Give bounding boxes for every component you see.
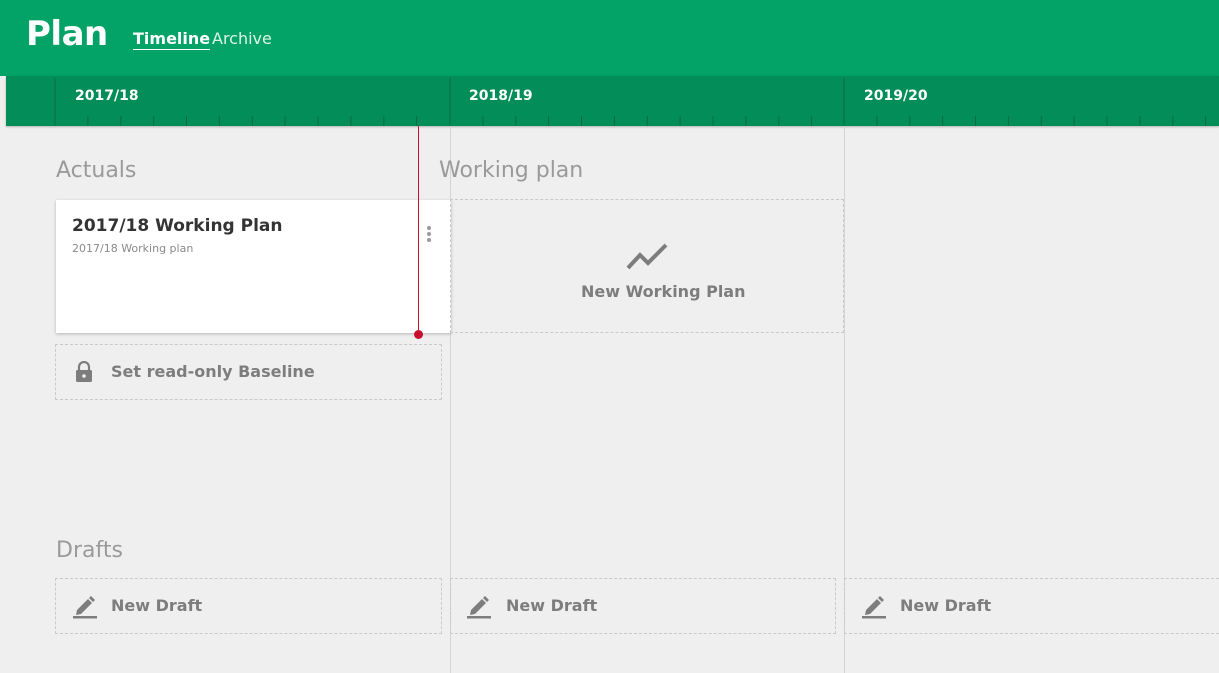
plan-card[interactable]: 2017/18 Working Plan 2017/18 Working pla… (56, 200, 451, 333)
year-label-2019-20: 2019/20 (864, 88, 928, 104)
section-heading-working-plan: Working plan (439, 158, 584, 183)
pencil-icon (467, 596, 491, 619)
more-vertical-icon[interactable] (422, 226, 436, 246)
new-draft-button[interactable]: New Draft (450, 578, 836, 634)
new-draft-label: New Draft (111, 596, 203, 615)
pencil-icon (862, 596, 886, 619)
set-baseline-label: Set read-only Baseline (111, 362, 315, 381)
ruler-ticks (54, 78, 1207, 126)
section-heading-drafts: Drafts (56, 538, 123, 563)
year-label-2018-19: 2018/19 (469, 88, 533, 104)
page-title: Plan (26, 14, 108, 54)
new-draft-label: New Draft (900, 596, 992, 615)
plan-card-title: 2017/18 Working Plan (72, 216, 283, 236)
trend-line-icon (626, 243, 668, 270)
new-draft-label: New Draft (506, 596, 598, 615)
plan-card-subtitle: 2017/18 Working plan (72, 242, 194, 255)
tab-timeline[interactable]: Timeline (133, 29, 211, 50)
new-working-plan-label: New Working Plan (581, 282, 746, 301)
pencil-icon (73, 596, 97, 619)
new-draft-button[interactable]: New Draft (55, 578, 442, 634)
set-baseline-button[interactable]: Set read-only Baseline (55, 344, 442, 400)
today-marker-dot (414, 330, 423, 339)
year-label-2017-18: 2017/18 (75, 88, 139, 104)
section-heading-actuals: Actuals (56, 158, 137, 183)
new-working-plan-button[interactable]: New Working Plan (450, 199, 844, 333)
lock-icon (76, 361, 92, 382)
timeline-ruler: 2017/18 2018/19 2019/20 (6, 76, 1219, 126)
new-draft-button[interactable]: New Draft (844, 578, 1219, 634)
today-marker-line (418, 126, 419, 334)
app-header: Plan Timeline Archive (0, 0, 1219, 76)
tab-archive[interactable]: Archive (212, 29, 272, 48)
